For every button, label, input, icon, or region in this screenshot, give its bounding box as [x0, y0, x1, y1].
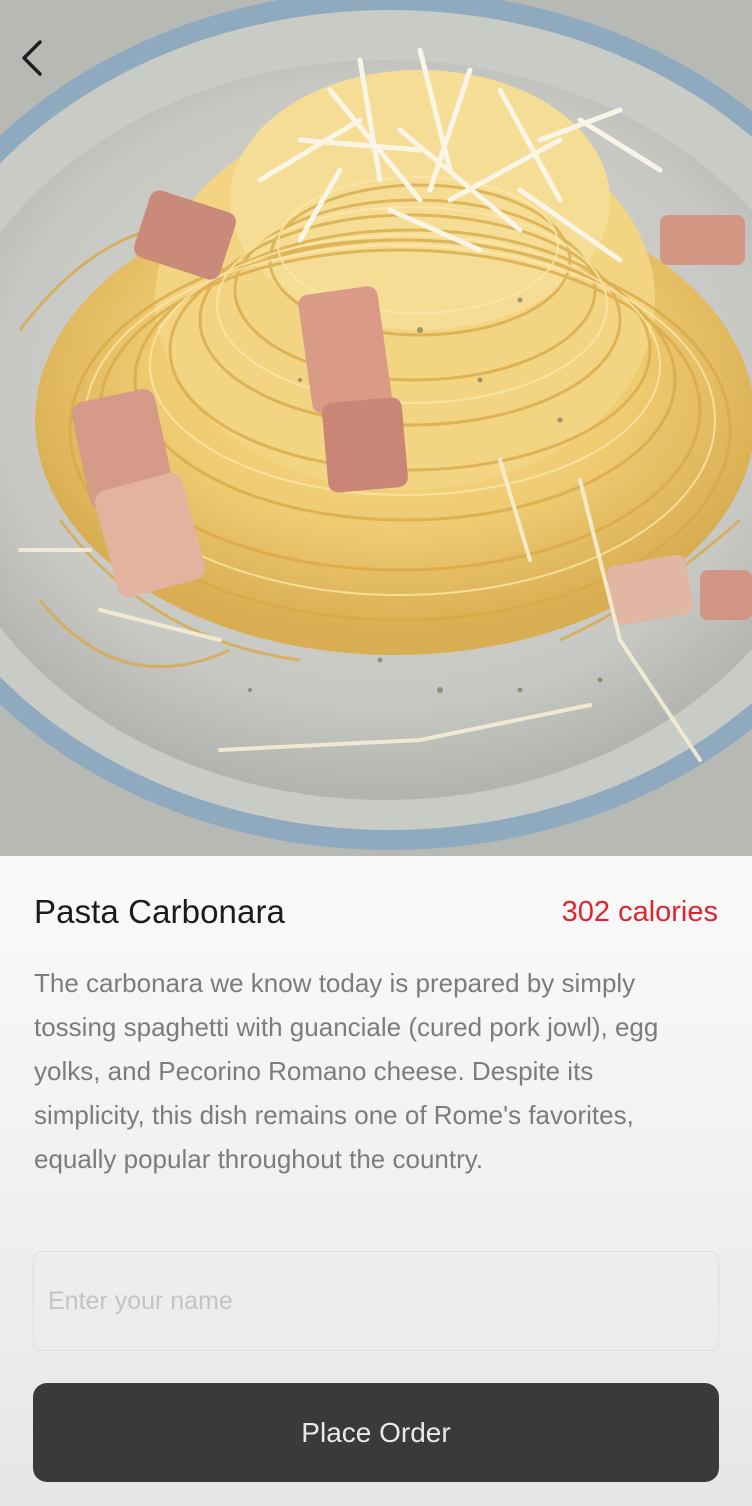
pasta-plate-image [0, 0, 752, 856]
title-row: Pasta Carbonara 302 calories [34, 892, 718, 932]
dish-description: The carbonara we know today is prepared … [34, 968, 659, 1174]
place-order-button[interactable]: Place Order [33, 1383, 719, 1482]
dish-photo [0, 0, 752, 856]
dish-title: Pasta Carbonara [34, 893, 285, 930]
chevron-left-icon [22, 40, 42, 76]
dish-details: Pasta Carbonara 302 calories The carbona… [0, 856, 752, 1506]
back-button[interactable] [10, 32, 54, 84]
name-input[interactable] [33, 1251, 719, 1351]
calories-label: 302 calories [561, 895, 718, 928]
